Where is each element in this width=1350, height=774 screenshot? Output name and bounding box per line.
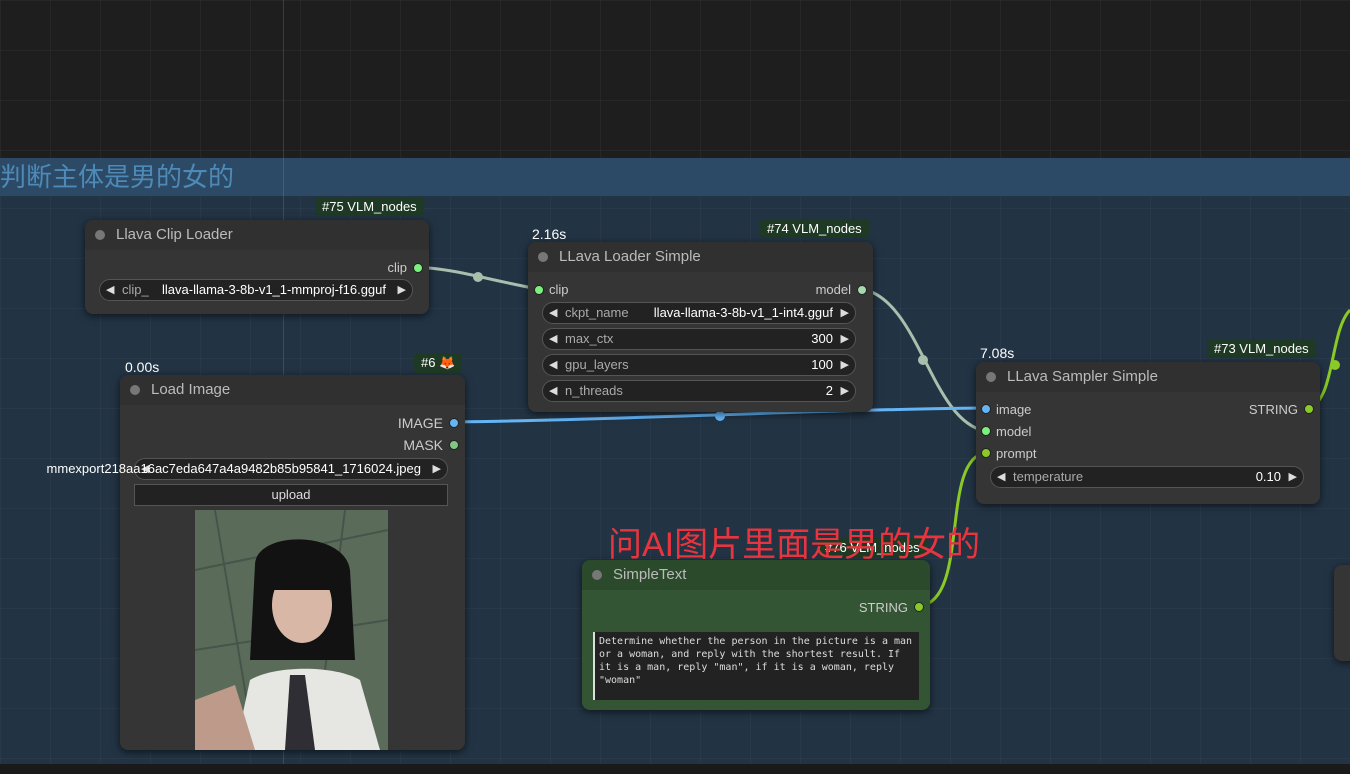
increment-arrow-icon[interactable]: ▶: [841, 381, 849, 401]
increment-arrow-icon[interactable]: ▶: [433, 459, 441, 479]
ckpt-name-widget[interactable]: ◀ ckpt_name llava-llama-3-8b-v1_1-int4.g…: [542, 302, 856, 324]
person-photo-illustration: [195, 510, 388, 750]
load-image-title[interactable]: Load Image: [120, 375, 465, 405]
image-input-socket[interactable]: [981, 404, 991, 414]
clip-input-label: clip: [549, 282, 569, 297]
loader-badge: #74 VLM_nodes: [760, 219, 869, 238]
decrement-arrow-icon[interactable]: ◀: [106, 280, 114, 300]
temperature-widget[interactable]: ◀ temperature 0.10 ▶: [990, 466, 1304, 488]
collapse-dot-icon[interactable]: [538, 252, 548, 262]
mask-output-label: MASK: [403, 437, 443, 453]
model-output-label: model: [815, 282, 851, 297]
gpu-layers-label: gpu_layers: [565, 357, 629, 372]
clip-output-label: clip: [387, 260, 407, 275]
clip-name-widget[interactable]: ◀ clip_ llava-llama-3-8b-v1_1-mmproj-f16…: [99, 279, 413, 301]
n-threads-label: n_threads: [565, 383, 623, 398]
gpu-layers-widget[interactable]: ◀ gpu_layers 100 ▶: [542, 354, 856, 376]
mask-output-socket[interactable]: [449, 440, 459, 450]
n-threads-widget[interactable]: ◀ n_threads 2 ▶: [542, 380, 856, 402]
load-image-badge: #6 🦊: [414, 353, 463, 373]
collapse-dot-icon[interactable]: [592, 570, 602, 580]
decrement-arrow-icon[interactable]: ◀: [549, 329, 557, 349]
load-image-exec-time: 0.00s: [125, 359, 160, 375]
decrement-arrow-icon[interactable]: ◀: [997, 467, 1005, 487]
collapse-dot-icon[interactable]: [95, 230, 105, 240]
loader-title[interactable]: LLava Loader Simple: [528, 242, 873, 272]
n-threads-value: 2: [825, 383, 833, 398]
load-image-title-text: Load Image: [151, 381, 231, 398]
prompt-input-socket[interactable]: [981, 448, 991, 458]
clip-name-label: clip_: [122, 282, 149, 297]
clip-loader-title-text: Llava Clip Loader: [116, 226, 233, 243]
upload-button[interactable]: upload: [134, 484, 448, 506]
increment-arrow-icon[interactable]: ▶: [841, 355, 849, 375]
clip-name-value: llava-llama-3-8b-v1_1-mmproj-f16.gguf: [162, 282, 386, 297]
image-preview: [195, 510, 388, 750]
annotation-text: 问AI图片里面是男的女的: [608, 526, 981, 564]
max-ctx-widget[interactable]: ◀ max_ctx 300 ▶: [542, 328, 856, 350]
gpu-layers-value: 100: [811, 357, 833, 372]
node-simpletext[interactable]: SimpleText STRING Determine whether the …: [582, 560, 930, 710]
sampler-title-text: LLava Sampler Simple: [1007, 368, 1158, 385]
collapse-dot-icon[interactable]: [986, 372, 996, 382]
decrement-arrow-icon[interactable]: ◀: [549, 355, 557, 375]
node-llava-clip-loader[interactable]: Llava Clip Loader clip ◀ clip_ llava-lla…: [85, 220, 429, 314]
image-input-label: image: [996, 402, 1032, 417]
string-output-label: STRING: [1248, 402, 1298, 417]
sampler-exec-time: 7.08s: [980, 345, 1015, 361]
sampler-title[interactable]: LLava Sampler Simple: [976, 362, 1320, 392]
simpletext-title-text: SimpleText: [613, 566, 687, 583]
prompt-input-label: prompt: [996, 446, 1037, 461]
temperature-label: temperature: [1013, 469, 1084, 484]
loader-exec-time: 2.16s: [532, 226, 567, 242]
string-output-socket[interactable]: [1304, 404, 1314, 414]
decrement-arrow-icon[interactable]: ◀: [549, 381, 557, 401]
group-title[interactable]: 判断主体是男的女的: [0, 158, 1350, 196]
clip-loader-badge: #75 VLM_nodes: [315, 197, 424, 216]
increment-arrow-icon[interactable]: ▶: [841, 303, 849, 323]
clip-output-socket[interactable]: [413, 263, 423, 273]
model-input-socket[interactable]: [981, 426, 991, 436]
simpletext-string-socket[interactable]: [914, 602, 924, 612]
collapse-dot-icon[interactable]: [130, 385, 140, 395]
model-output-socket[interactable]: [857, 285, 867, 295]
image-output-label: IMAGE: [397, 415, 443, 431]
increment-arrow-icon[interactable]: ▶: [398, 280, 406, 300]
image-filename: mmexport218aa16ac7eda647a4a9482b85b95841…: [46, 461, 421, 476]
decrement-arrow-icon[interactable]: ◀: [549, 303, 557, 323]
clip-input-socket[interactable]: [534, 285, 544, 295]
image-output-socket[interactable]: [449, 418, 459, 428]
bottom-bar: [0, 764, 1350, 774]
simpletext-string-label: STRING: [858, 600, 908, 615]
temperature-value: 0.10: [1255, 469, 1281, 484]
node-llava-loader-simple[interactable]: LLava Loader Simple clip model ◀ ckpt_na…: [528, 242, 873, 412]
loader-title-text: LLava Loader Simple: [559, 248, 701, 265]
increment-arrow-icon[interactable]: ▶: [1289, 467, 1297, 487]
node-llava-sampler-simple[interactable]: LLava Sampler Simple image model prompt …: [976, 362, 1320, 504]
ckpt-name-label: ckpt_name: [565, 305, 629, 320]
clip-loader-title[interactable]: Llava Clip Loader: [85, 220, 429, 250]
prompt-textarea[interactable]: Determine whether the person in the pict…: [593, 632, 919, 700]
model-input-label: model: [996, 424, 1032, 439]
max-ctx-label: max_ctx: [565, 331, 614, 346]
ckpt-name-value: llava-llama-3-8b-v1_1-int4.gguf: [653, 305, 833, 320]
image-file-widget[interactable]: ◀ mmexport218aa16ac7eda647a4a9482b85b958…: [47, 458, 448, 480]
offscreen-node[interactable]: [1334, 565, 1350, 661]
sampler-badge: #73 VLM_nodes: [1207, 339, 1316, 358]
max-ctx-value: 300: [811, 331, 833, 346]
increment-arrow-icon[interactable]: ▶: [841, 329, 849, 349]
